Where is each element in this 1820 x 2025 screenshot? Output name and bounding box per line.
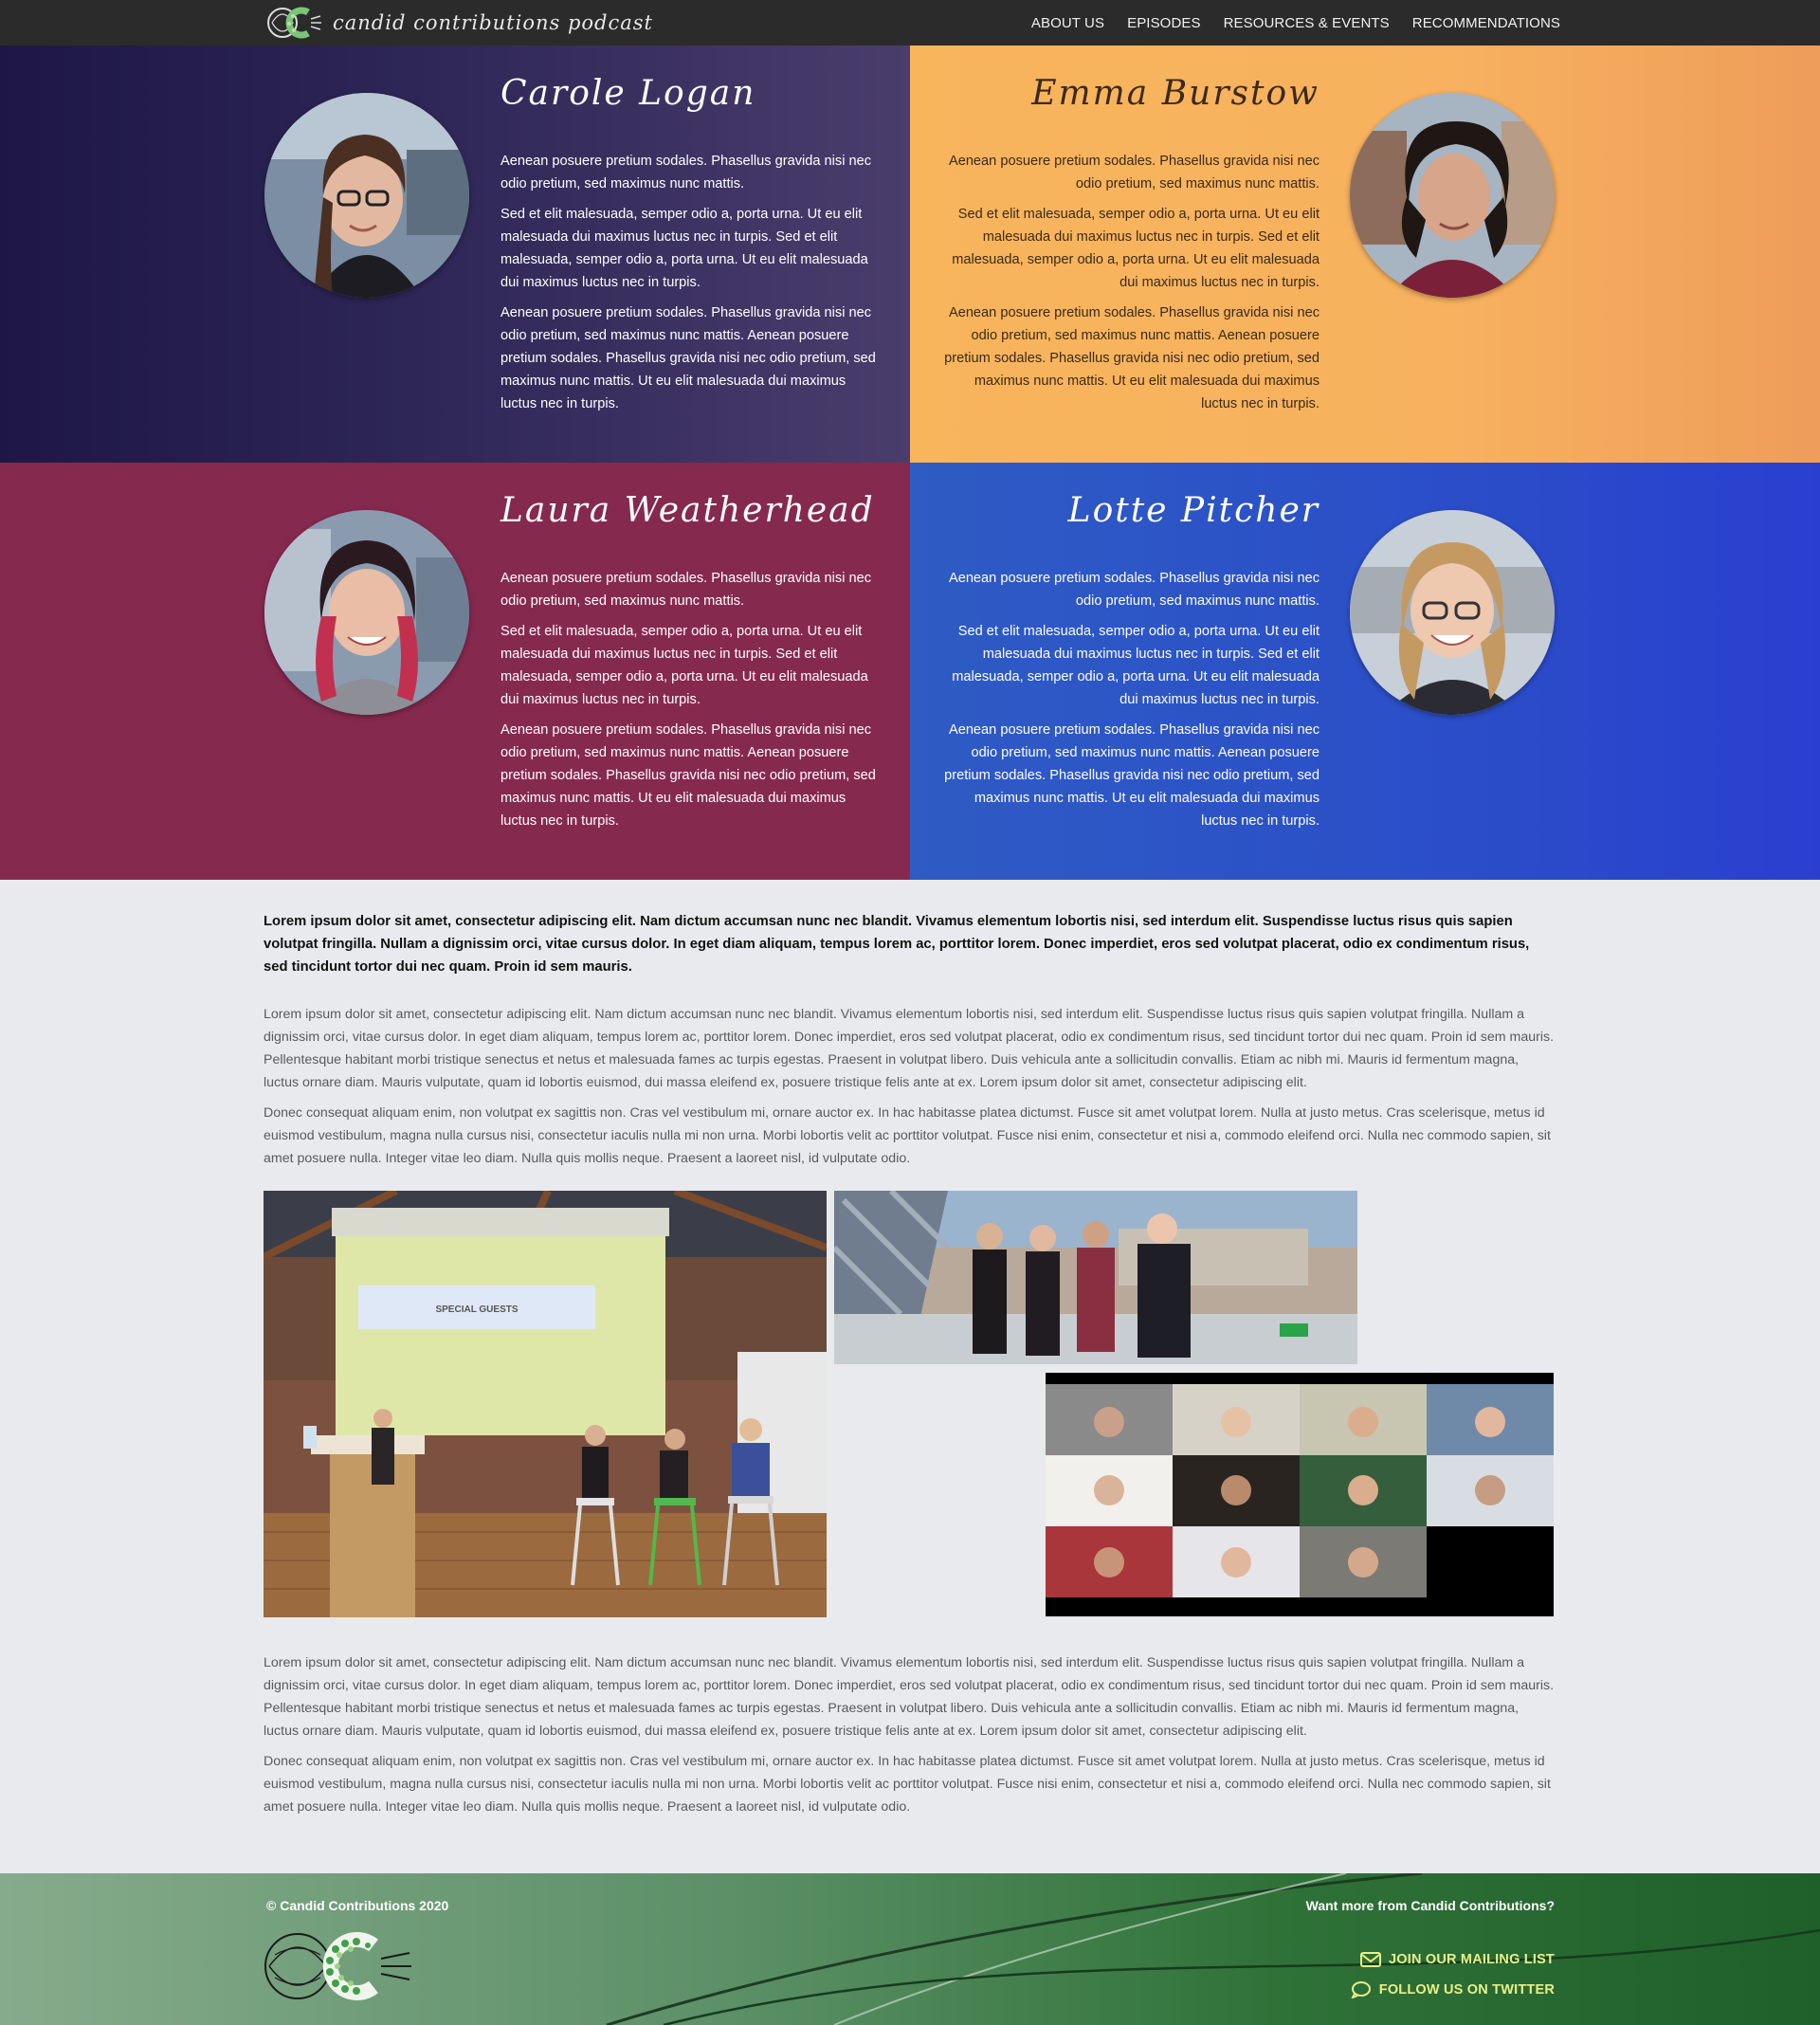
bio-paragraph: Aenean posuere pretium sodales. Phasellu…	[944, 305, 1320, 411]
envelope-icon	[1360, 1952, 1382, 1967]
twitter-label: FOLLOW US ON TWITTER	[1378, 1982, 1555, 1998]
podcast-logo-icon	[267, 7, 321, 39]
bio-paragraph: Sed et elit malesuada, semper odio a, po…	[500, 624, 868, 707]
host-name: Laura Weatherhead	[500, 491, 875, 530]
top-navigation-bar: candid contributions podcast ABOUT US EP…	[0, 0, 1820, 46]
host-photo	[264, 93, 469, 298]
host-bio: Aenean posuere pretium sodales. Phasellu…	[500, 567, 880, 840]
nav-recommendations[interactable]: RECOMMENDATIONS	[1412, 15, 1560, 31]
nav-about-us[interactable]: ABOUT US	[1031, 15, 1104, 31]
body-paragraph: Lorem ipsum dolor sit amet, consectetur …	[264, 1007, 1555, 1090]
host-name: Carole Logan	[500, 74, 756, 113]
lead-paragraph: Lorem ipsum dolor sit amet, consectetur …	[264, 914, 1530, 975]
nav-episodes[interactable]: EPISODES	[1127, 15, 1201, 31]
host-name: Emma Burstow	[1031, 74, 1320, 113]
body-text-block: Lorem ipsum dolor sit amet, consectetur …	[264, 1651, 1556, 1818]
host-photo	[1350, 510, 1555, 715]
brand-home-link[interactable]: candid contributions podcast	[264, 5, 653, 41]
nav-resources-events[interactable]: RESOURCES & EVENTS	[1224, 15, 1390, 31]
host-card-lotte: Lotte Pitcher Aenean posuere pretium sod…	[910, 463, 1820, 880]
body-paragraph: Lorem ipsum dolor sit amet, consectetur …	[264, 1655, 1555, 1739]
mailing-list-label: JOIN OUR MAILING LIST	[1389, 1952, 1555, 1967]
twitter-link[interactable]: FOLLOW US ON TWITTER	[1351, 1981, 1555, 1998]
main-nav: ABOUT US EPISODES RESOURCES & EVENTS REC…	[1031, 0, 1560, 46]
host-name: Lotte Pitcher	[1067, 491, 1320, 530]
body-paragraph: Donec consequat aliquam enim, non volutp…	[264, 1754, 1551, 1815]
host-photo	[1350, 93, 1555, 298]
brand-name: candid contributions podcast	[333, 11, 653, 34]
bio-paragraph: Aenean posuere pretium sodales. Phasellu…	[944, 722, 1320, 829]
host-card-emma: Emma Burstow Aenean posuere pretium soda…	[910, 46, 1820, 463]
body-text-block: Lorem ipsum dolor sit amet, consectetur …	[264, 1003, 1556, 1170]
bio-paragraph: Aenean posuere pretium sodales. Phasellu…	[948, 571, 1320, 609]
copyright-text: © Candid Contributions 2020	[266, 1898, 449, 1913]
slide-caption: SPECIAL GUESTS	[435, 1304, 518, 1315]
video-call-screenshot	[1046, 1373, 1554, 1616]
main-content: Lorem ipsum dolor sit amet, consectetur …	[264, 880, 1556, 1826]
team-group-photo	[834, 1191, 1357, 1364]
more-heading: Want more from Candid Contributions?	[1305, 1898, 1555, 1913]
bio-paragraph: Aenean posuere pretium sodales. Phasellu…	[948, 154, 1320, 192]
bio-paragraph: Aenean posuere pretium sodales. Phasellu…	[500, 571, 872, 609]
photo-gallery: SPECIAL GUESTS	[264, 1191, 1556, 1627]
body-paragraph: Donec consequat aliquam enim, non volutp…	[264, 1105, 1551, 1166]
host-photo	[264, 510, 469, 715]
host-bio: Aenean posuere pretium sodales. Phasellu…	[940, 567, 1320, 840]
bio-paragraph: Sed et elit malesuada, semper odio a, po…	[952, 624, 1320, 707]
speech-bubble-icon	[1351, 1981, 1371, 1998]
event-stage-photo: SPECIAL GUESTS	[264, 1191, 827, 1617]
site-footer: © Candid Contributions 2020 Want more fr…	[0, 1873, 1820, 2025]
bio-paragraph: Sed et elit malesuada, semper odio a, po…	[500, 207, 868, 290]
footer-logo-icon	[264, 1932, 411, 2000]
bio-paragraph: Sed et elit malesuada, semper odio a, po…	[952, 207, 1320, 290]
host-bio: Aenean posuere pretium sodales. Phasellu…	[500, 150, 880, 423]
bio-paragraph: Aenean posuere pretium sodales. Phasellu…	[500, 305, 876, 411]
host-card-laura: Laura Weatherhead Aenean posuere pretium…	[0, 463, 910, 880]
host-card-carole: Carole Logan Aenean posuere pretium soda…	[0, 46, 910, 463]
host-bio: Aenean posuere pretium sodales. Phasellu…	[940, 150, 1320, 423]
mailing-list-link[interactable]: JOIN OUR MAILING LIST	[1360, 1951, 1555, 1968]
bio-paragraph: Aenean posuere pretium sodales. Phasellu…	[500, 722, 876, 829]
bio-paragraph: Aenean posuere pretium sodales. Phasellu…	[500, 154, 872, 192]
